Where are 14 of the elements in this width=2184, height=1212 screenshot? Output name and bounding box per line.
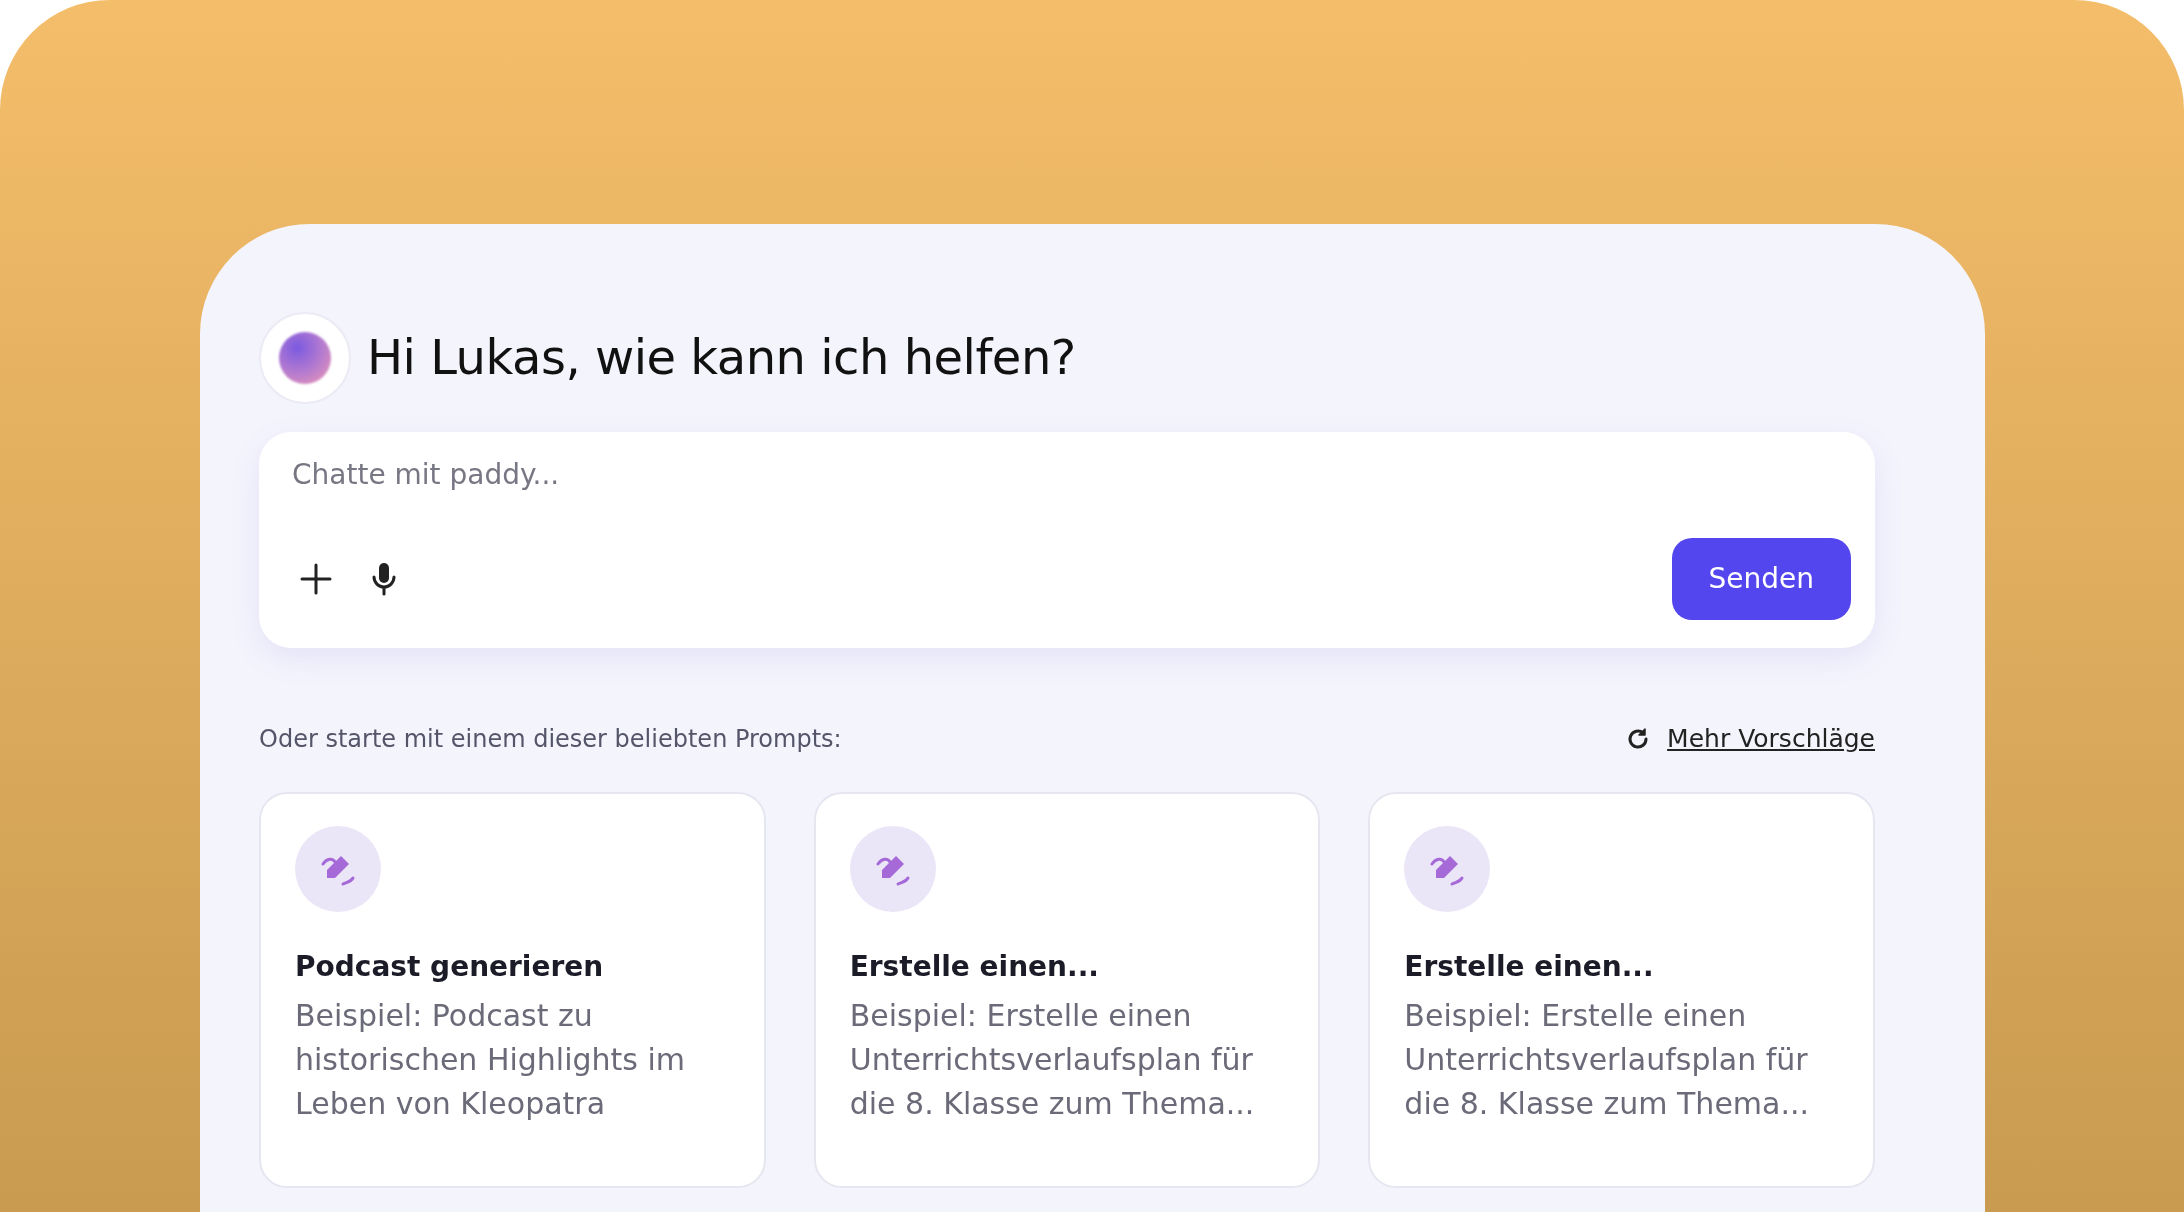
send-button[interactable]: Senden [1671,538,1851,620]
more-suggestions-link[interactable]: Mehr Vorschläge [1667,720,1875,758]
prompt-description: Beispiel: Podcast zu historischen Highlights im Leben von Kleopatra [295,996,687,1123]
greeting-heading: Hi Lukas, wie kann ich helfen? [367,329,1076,387]
prompt-description: Beispiel: Erstelle einen Unterrichtsverlaufsplan für die 8. Klasse zum Thema... [849,996,1256,1123]
prompts-intro-text: Oder starte mit einem dieser beliebten Prompts: [259,723,842,755]
prompt-card[interactable]: Erstelle einen... Beispiel: Erstelle einen Unterrichtsverlaufsplan für die 8. Klasse zum Thema... [813,791,1321,1188]
prompt-card[interactable]: Erstelle einen... Beispiel: Erstelle einen Unterrichtsverlaufsplan für die 8. Klasse zum Thema... [1368,791,1875,1188]
prompt-title: Podcast generieren [295,948,605,985]
prompt-card[interactable]: Podcast generieren Beispiel: Podcast zu historischen Highlights im Leben von Kleopatra [259,791,766,1188]
chat-input-field[interactable]: Chatte mit paddy... [292,454,1851,496]
prompt-title: Erstelle einen... [1404,948,1655,985]
prompt-description: Beispiel: Erstelle einen Unterrichtsverlaufsplan für die 8. Klasse zum Thema... [1404,996,1811,1123]
prompt-title: Erstelle einen... [849,948,1100,985]
